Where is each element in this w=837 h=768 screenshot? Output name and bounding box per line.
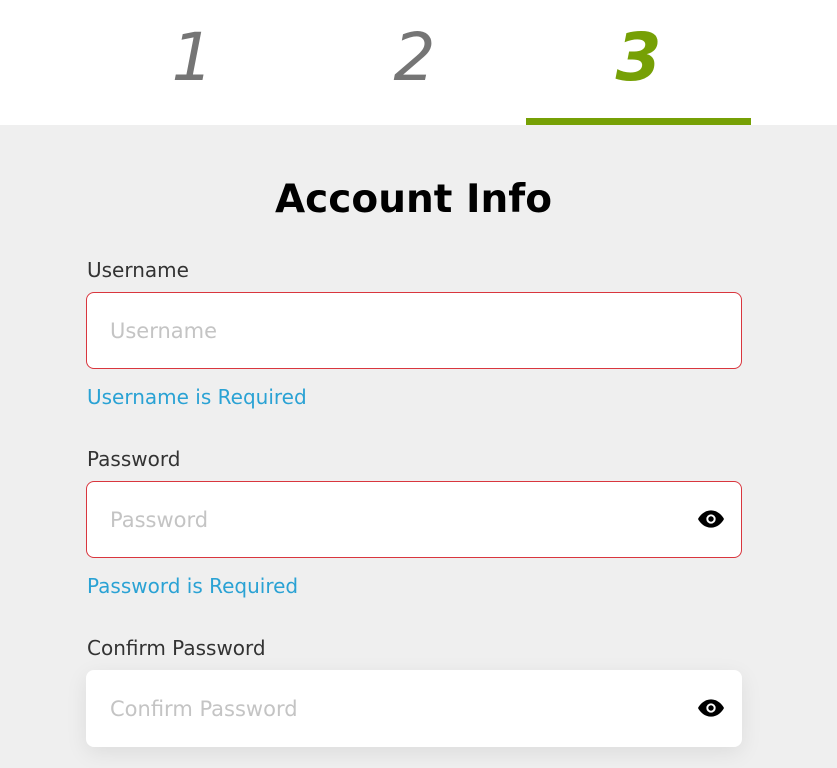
password-input[interactable] [87, 482, 741, 557]
active-step-underline [526, 118, 751, 125]
step-indicator: 1 2 3 [0, 0, 837, 125]
username-input[interactable] [87, 293, 741, 368]
password-error-message: Password is Required [87, 574, 299, 598]
username-error-message: Username is Required [87, 385, 307, 409]
password-field-container [86, 481, 742, 558]
step-3-number: 3 [615, 19, 662, 96]
step-3[interactable]: 3 [526, 0, 751, 125]
username-label: Username [87, 258, 189, 282]
username-field-container [86, 292, 742, 369]
eye-icon[interactable] [698, 697, 724, 719]
page-title: Account Info [275, 177, 552, 222]
step-1-number: 1 [171, 19, 214, 96]
step-1[interactable]: 1 [80, 0, 305, 125]
confirm-password-field-container [86, 670, 742, 747]
confirm-password-input[interactable] [87, 671, 741, 746]
step-2-number: 2 [393, 19, 436, 96]
account-info-form: Account Info Username Username is Requir… [0, 125, 837, 768]
confirm-password-label: Confirm Password [87, 636, 266, 660]
eye-icon[interactable] [698, 508, 724, 530]
password-label: Password [87, 447, 181, 471]
step-2[interactable]: 2 [302, 0, 527, 125]
